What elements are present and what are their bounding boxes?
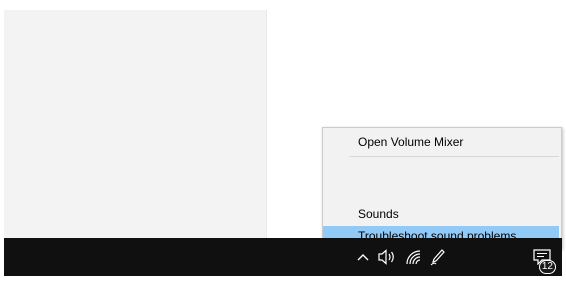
taskbar: 12 bbox=[4, 238, 562, 276]
menu-item-open-volume-mixer[interactable]: Open Volume Mixer bbox=[323, 132, 559, 152]
wifi-icon[interactable] bbox=[404, 246, 424, 268]
notification-icon[interactable]: 12 bbox=[530, 246, 556, 274]
menu-item-sounds[interactable]: Sounds bbox=[323, 204, 559, 224]
chevron-up-icon[interactable] bbox=[355, 246, 371, 268]
speaker-icon[interactable] bbox=[376, 246, 398, 268]
pen-icon[interactable] bbox=[429, 246, 447, 268]
notification-count-badge: 12 bbox=[538, 260, 556, 274]
volume-context-menu: Open Volume Mixer Sounds Troubleshoot so… bbox=[322, 127, 562, 249]
desktop-area bbox=[4, 10, 267, 238]
menu-separator bbox=[349, 156, 559, 157]
